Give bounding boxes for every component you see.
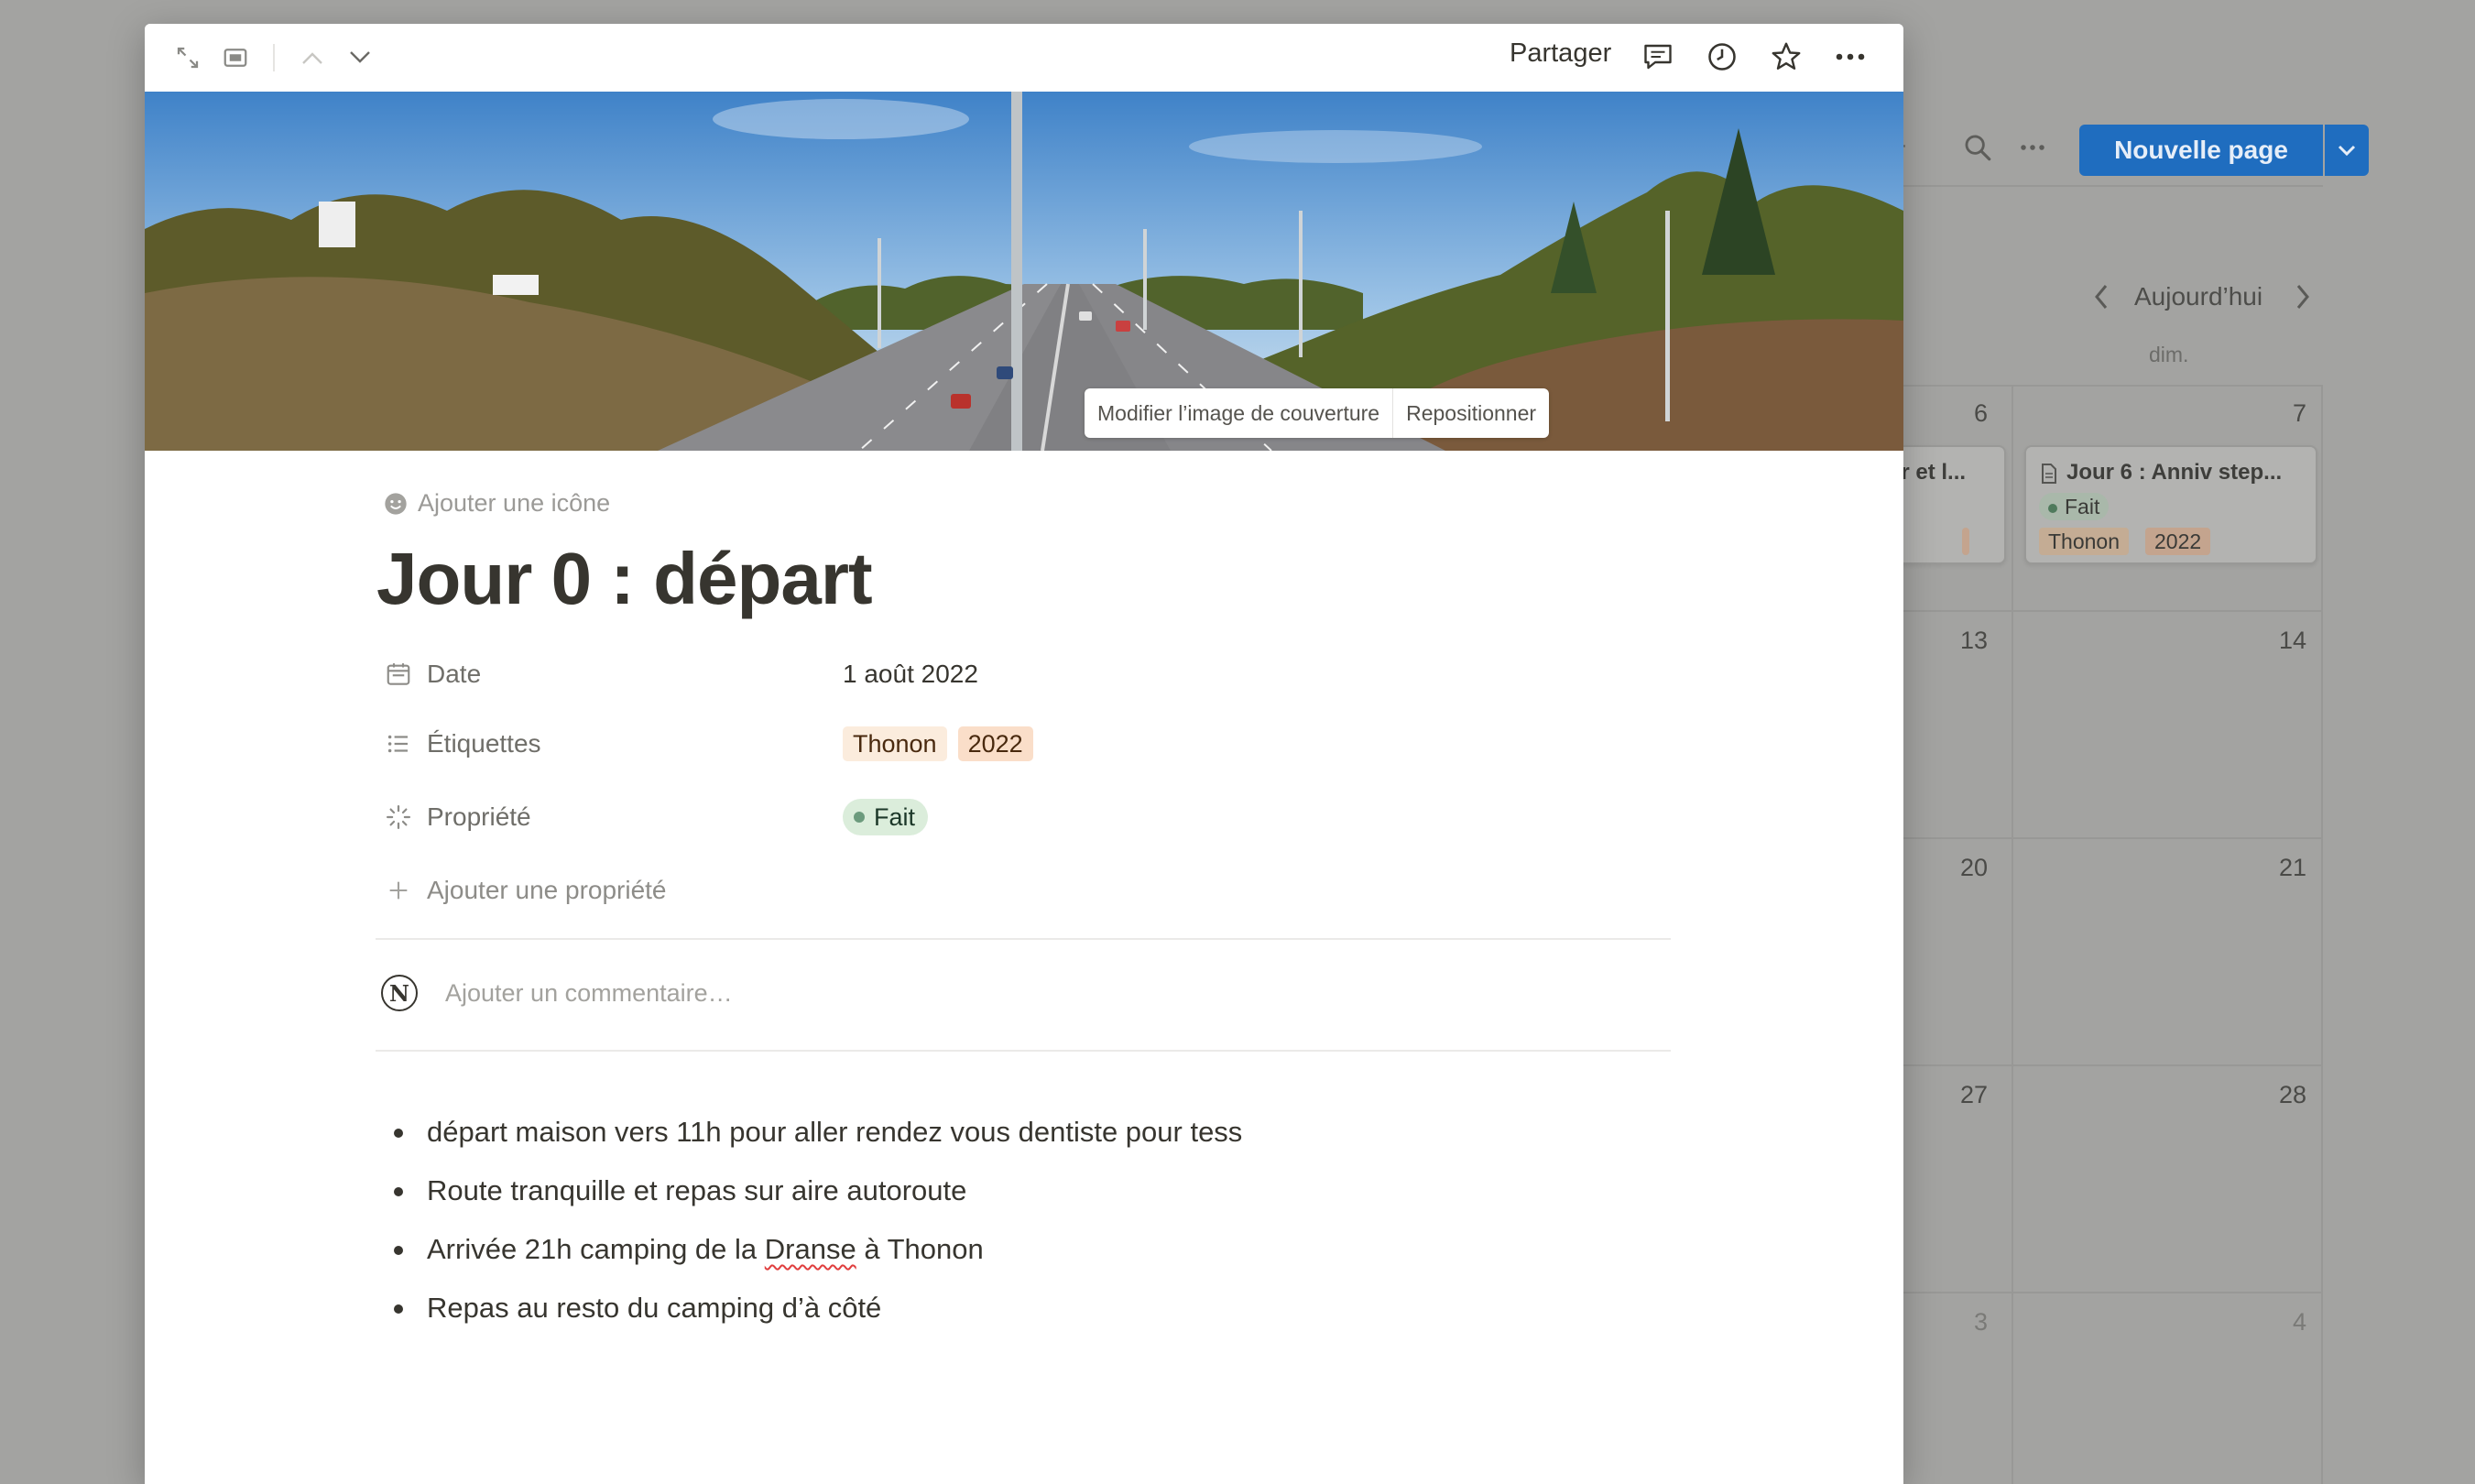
calendar-day-number: 4 <box>2292 1308 2306 1336</box>
date-value[interactable]: 1 août 2022 <box>843 649 978 700</box>
plus-icon <box>383 875 414 906</box>
add-property-label: Ajouter une propriété <box>427 876 667 904</box>
share-button[interactable]: Partager <box>1510 38 1611 69</box>
smiley-icon <box>383 491 409 517</box>
comment-icon[interactable] <box>1640 38 1676 75</box>
change-cover-button[interactable]: Modifier l’image de couverture <box>1085 388 1392 438</box>
favorite-star-icon[interactable] <box>1768 38 1804 75</box>
event-tag <box>1962 528 1969 555</box>
calendar-day-number: 7 <box>2292 399 2306 427</box>
modal-topbar: Partager <box>145 24 1903 92</box>
event-tag: 2022 <box>2145 528 2211 555</box>
add-icon-label: Ajouter une icône <box>418 489 611 517</box>
list-item[interactable]: départ maison vers 11h pour aller rendez… <box>390 1103 1242 1162</box>
weekday-header: dim. <box>2149 343 2189 366</box>
expand-icon[interactable] <box>172 42 203 73</box>
properties-divider <box>376 938 1671 940</box>
list-item[interactable]: Repas au resto du camping d’à côté <box>390 1279 1242 1337</box>
reposition-cover-button[interactable]: Repositionner <box>1393 388 1549 438</box>
add-icon-button[interactable]: Ajouter une icône <box>383 489 610 518</box>
property-row-tags[interactable]: Étiquettes Thonon 2022 <box>383 718 1033 769</box>
new-page-dropdown-chevron-icon[interactable] <box>2325 125 2369 176</box>
comment-composer[interactable]: N Ajouter un commentaire… <box>381 975 733 1011</box>
calendar-day-number: 3 <box>1973 1308 1988 1336</box>
peek-mode-icon[interactable] <box>220 42 251 73</box>
event-title: Jour 6 : Anniv step... <box>2066 460 2283 485</box>
status-loader-icon <box>383 802 414 833</box>
status-badge[interactable]: Fait <box>843 799 929 835</box>
event-status-badge: Fait <box>2039 493 2110 520</box>
bullet-list: départ maison vers 11h pour aller rendez… <box>390 1103 1242 1337</box>
list-item[interactable]: Arrivée 21h camping de la Dranse à Thono… <box>390 1220 1242 1279</box>
calendar-day-number: 14 <box>2278 627 2306 654</box>
property-label: Date <box>427 660 482 688</box>
more-options-icon[interactable] <box>2017 134 2048 169</box>
calendar-day-number: 28 <box>2278 1081 2306 1108</box>
list-icon <box>383 728 414 759</box>
status-dot <box>854 812 865 823</box>
property-row-status[interactable]: Propriété Fait <box>383 791 929 843</box>
calendar-day-number: 21 <box>2278 854 2306 881</box>
today-button[interactable]: Aujourd’hui <box>2134 282 2262 311</box>
next-month-chevron-icon[interactable] <box>2294 282 2312 318</box>
history-clock-icon[interactable] <box>1704 38 1740 75</box>
topbar-separator <box>273 44 275 71</box>
calendar-grid: 6 7 13 14 20 21 27 28 3 4 er et l... Jou… <box>1869 385 2323 1484</box>
misspelled-word: Dranse <box>764 1233 856 1265</box>
calendar-event-card[interactable]: Jour 6 : Anniv step... Fait Thonon 2022 <box>2024 445 2317 564</box>
next-page-chevron-down-icon[interactable] <box>344 42 376 73</box>
list-item[interactable]: Route tranquille et repas sur aire autor… <box>390 1162 1242 1220</box>
add-property-button[interactable]: Ajouter une propriété <box>383 865 667 916</box>
property-row-date[interactable]: Date 1 août 2022 <box>383 649 978 700</box>
page-title[interactable]: Jour 0 : départ <box>376 537 873 621</box>
more-options-icon[interactable] <box>1832 38 1869 75</box>
previous-page-chevron-up-icon[interactable] <box>297 42 328 73</box>
calendar-icon <box>383 659 414 690</box>
toolbar-divider <box>1887 185 2323 187</box>
calendar-day-number: 27 <box>1959 1081 1988 1108</box>
new-page-button[interactable]: Nouvelle page <box>2079 125 2323 176</box>
tag-pill[interactable]: Thonon <box>843 726 947 761</box>
cover-image[interactable] <box>145 92 1903 451</box>
search-icon[interactable] <box>1962 132 1993 171</box>
cover-controls: Modifier l’image de couverture Repositio… <box>1085 388 1550 438</box>
page-peek-modal: Partager Modifier l’image de couverture … <box>145 24 1903 1484</box>
prev-month-chevron-icon[interactable] <box>2092 282 2110 318</box>
property-label: Propriété <box>427 802 531 831</box>
page-icon <box>2041 464 2057 488</box>
property-label: Étiquettes <box>427 729 541 758</box>
event-tag: Thonon <box>2039 528 2130 555</box>
calendar-day-number: 13 <box>1959 627 1988 654</box>
avatar: N <box>381 975 418 1011</box>
calendar-day-number: 6 <box>1973 399 1988 427</box>
comments-divider <box>376 1050 1671 1052</box>
tag-pill[interactable]: 2022 <box>957 726 1033 761</box>
calendar-day-number: 20 <box>1959 854 1988 881</box>
comment-input[interactable]: Ajouter un commentaire… <box>445 979 733 1008</box>
